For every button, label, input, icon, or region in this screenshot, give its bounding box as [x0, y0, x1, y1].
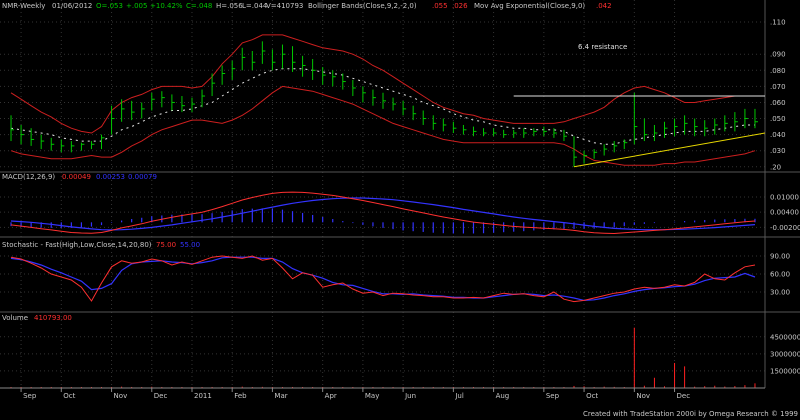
- change-pct-readout: +10.42%: [150, 2, 183, 10]
- x-tick-label: 2011: [194, 392, 212, 400]
- bollinger-upper-value: .055: [432, 2, 448, 10]
- macd-readout-1: 0.00049: [62, 173, 91, 181]
- x-tick-label: Nov: [114, 392, 128, 400]
- x-tick-label: Nov: [636, 392, 650, 400]
- macd-tick-label: 0.00400: [770, 209, 799, 217]
- x-tick-label: Oct: [63, 392, 75, 400]
- stochastic-tick-label: 30.00: [770, 289, 790, 297]
- volume-tick-label: 3000000: [770, 350, 800, 358]
- price-tick-label: .070: [770, 83, 786, 91]
- high-readout: H=.056: [216, 2, 243, 10]
- x-tick-label: Jul: [454, 392, 464, 400]
- x-tick-label: Dec: [677, 392, 691, 400]
- date-label: 01/06/2012: [52, 2, 92, 10]
- price-tick-label: .110: [770, 19, 786, 27]
- change-readout: +.005: [126, 2, 147, 10]
- macd-readout-3: 0.00079: [128, 173, 157, 181]
- volume-panel-readout: 410793.00: [34, 314, 72, 322]
- macd-tick-label: -0.00200: [770, 224, 800, 232]
- price-tick-label: .040: [770, 131, 786, 139]
- bollinger-legend: Bollinger Bands(Close,9,2,-2,0): [308, 2, 417, 10]
- price-tick-label: .20: [770, 163, 781, 171]
- chart-background: [0, 0, 800, 420]
- x-tick-label: Mar: [274, 392, 287, 400]
- symbol-label: NMR-Weekly: [2, 2, 45, 10]
- x-tick-label: Apr: [325, 392, 337, 400]
- stochastic-readout-k: 75.00: [156, 241, 176, 249]
- chart-canvas: NMR-Weekly 01/06/2012 O=.053 +.005 +10.4…: [0, 0, 800, 420]
- price-tick-label: .080: [770, 67, 786, 75]
- price-tick-label: .050: [770, 115, 786, 123]
- macd-tick-label: 0.01000: [770, 193, 799, 201]
- x-tick-label: Oct: [586, 392, 598, 400]
- price-tick-label: .090: [770, 51, 786, 59]
- stochastic-label: Stochastic - Fast(High,Low,Close,14,20,8…: [2, 241, 152, 249]
- macd-readout-2: 0.00253: [96, 173, 125, 181]
- stochastic-readout-d: 55.00: [180, 241, 200, 249]
- resistance-annotation: 6.4 resistance: [578, 43, 627, 51]
- volume-tick-label: 1500000: [770, 367, 800, 375]
- footer-credit: Created with TradeStation 2000i by Omega…: [583, 410, 798, 418]
- stochastic-tick-label: 90.00: [770, 253, 790, 261]
- close-readout: C=.048: [186, 2, 212, 10]
- price-tick-label: .060: [770, 99, 786, 107]
- volume-label: Volume: [2, 314, 28, 322]
- x-tick-label: Dec: [154, 392, 168, 400]
- low-readout: L=.044: [242, 2, 268, 10]
- x-tick-label: May: [365, 392, 379, 400]
- bollinger-lower-value: .026: [452, 2, 468, 10]
- x-tick-label: Jun: [404, 392, 416, 400]
- ema-legend: Mov Avg Exponential(Close,9,0): [474, 2, 585, 10]
- x-tick-label: Aug: [496, 392, 510, 400]
- stochastic-tick-label: 60.00: [770, 271, 790, 279]
- price-tick-label: .030: [770, 147, 786, 155]
- macd-label: MACD(12,26,9): [2, 173, 55, 181]
- volume-tick-label: 4500000: [770, 333, 800, 341]
- volume-readout: V=410793: [266, 2, 303, 10]
- ema-value: .042: [596, 2, 612, 10]
- x-tick-label: Sep: [23, 392, 37, 400]
- x-tick-label: Feb: [234, 392, 247, 400]
- open-readout: O=.053: [96, 2, 123, 10]
- x-tick-label: Sep: [546, 392, 560, 400]
